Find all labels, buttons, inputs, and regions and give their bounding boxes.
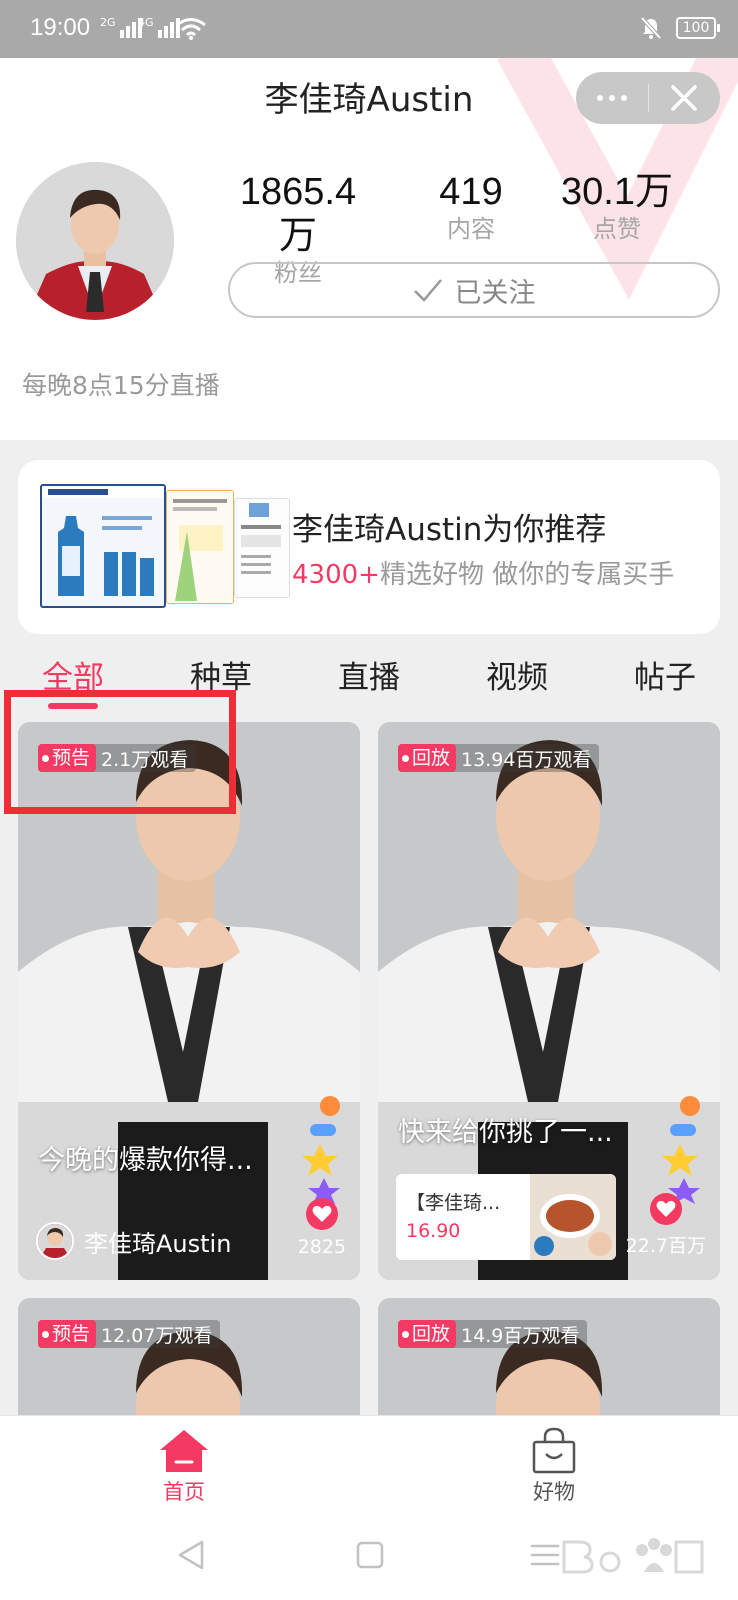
more-icon[interactable]	[576, 72, 648, 124]
watermark-logo	[562, 1538, 704, 1574]
bag-icon	[532, 1427, 576, 1474]
product-thumbnail	[166, 490, 234, 604]
status-badge: 回放 13.94百万观看	[398, 744, 600, 772]
feed-card[interactable]: 回放 13.94百万观看 快来给你挑了一... 【李佳琦... 16.90 22…	[378, 722, 720, 1280]
like-button[interactable]: 2825	[298, 1198, 346, 1258]
mini-program-capsule	[576, 72, 720, 124]
status-time: 19:00	[30, 14, 91, 41]
heart-icon	[305, 1198, 338, 1230]
signal-icon: 2G	[100, 17, 142, 38]
tab-posts[interactable]: 帖子	[634, 652, 696, 697]
close-button[interactable]	[649, 72, 719, 124]
battery-icon: 100	[676, 17, 720, 39]
signal-icon: 4G	[138, 17, 180, 38]
bottom-nav: 首页 好物	[0, 1415, 738, 1507]
close-icon	[671, 85, 697, 111]
status-badge: 回放 14.9百万观看	[398, 1320, 588, 1348]
system-nav-bar	[0, 1507, 738, 1600]
product-thumbnail	[40, 484, 166, 608]
mute-icon	[640, 16, 662, 40]
card-caption: 快来给你挑了一...	[398, 1117, 613, 1148]
home-icon	[160, 1430, 208, 1472]
profile-header: 李佳琦Austin 1865.4万 粉丝 419 内容 30.1万 点赞 已关注…	[0, 58, 738, 440]
highlight-box	[4, 690, 236, 814]
card-caption: 今晚的爆款你得...	[38, 1145, 253, 1176]
back-icon[interactable]	[176, 1539, 206, 1571]
wifi-icon	[176, 18, 206, 40]
tab-live[interactable]: 直播	[338, 652, 400, 697]
product-thumbnail	[234, 498, 290, 598]
author-avatar	[36, 1222, 74, 1260]
bio-text: 每晚8点15分直播	[22, 371, 220, 400]
recommend-card[interactable]: 李佳琦Austin为你推荐 4300+精选好物 做你的专属买手	[18, 460, 720, 634]
product-image	[530, 1174, 616, 1260]
like-button[interactable]: 22.7百万	[626, 1193, 706, 1258]
menu-icon[interactable]	[530, 1543, 560, 1567]
nav-home[interactable]: 首页	[124, 1426, 244, 1506]
product-price: 16.90	[406, 1220, 461, 1242]
avatar-image	[16, 162, 174, 320]
stat-likes: 30.1万 点赞	[561, 171, 673, 243]
recommend-subtitle: 4300+精选好物 做你的专属买手	[292, 560, 675, 590]
sticker-decoration	[302, 1096, 340, 1204]
sticker-decoration	[662, 1096, 700, 1204]
follow-button[interactable]: 已关注	[228, 262, 720, 318]
status-badge: 预告 12.07万观看	[38, 1320, 221, 1348]
status-bar: 19:00 2G 4G 100	[0, 0, 738, 58]
tab-video[interactable]: 视频	[486, 652, 548, 697]
recommend-title: 李佳琦Austin为你推荐	[292, 512, 607, 548]
square-icon[interactable]	[356, 1541, 384, 1569]
check-icon	[413, 279, 442, 302]
stat-content: 419 内容	[439, 171, 503, 243]
nav-goods[interactable]: 好物	[494, 1426, 614, 1506]
avatar[interactable]	[16, 162, 174, 320]
product-card[interactable]: 【李佳琦... 16.90	[396, 1174, 616, 1260]
product-name: 【李佳琦...	[406, 1192, 501, 1214]
heart-icon	[649, 1193, 682, 1225]
card-author[interactable]: 李佳琦Austin	[36, 1222, 231, 1260]
